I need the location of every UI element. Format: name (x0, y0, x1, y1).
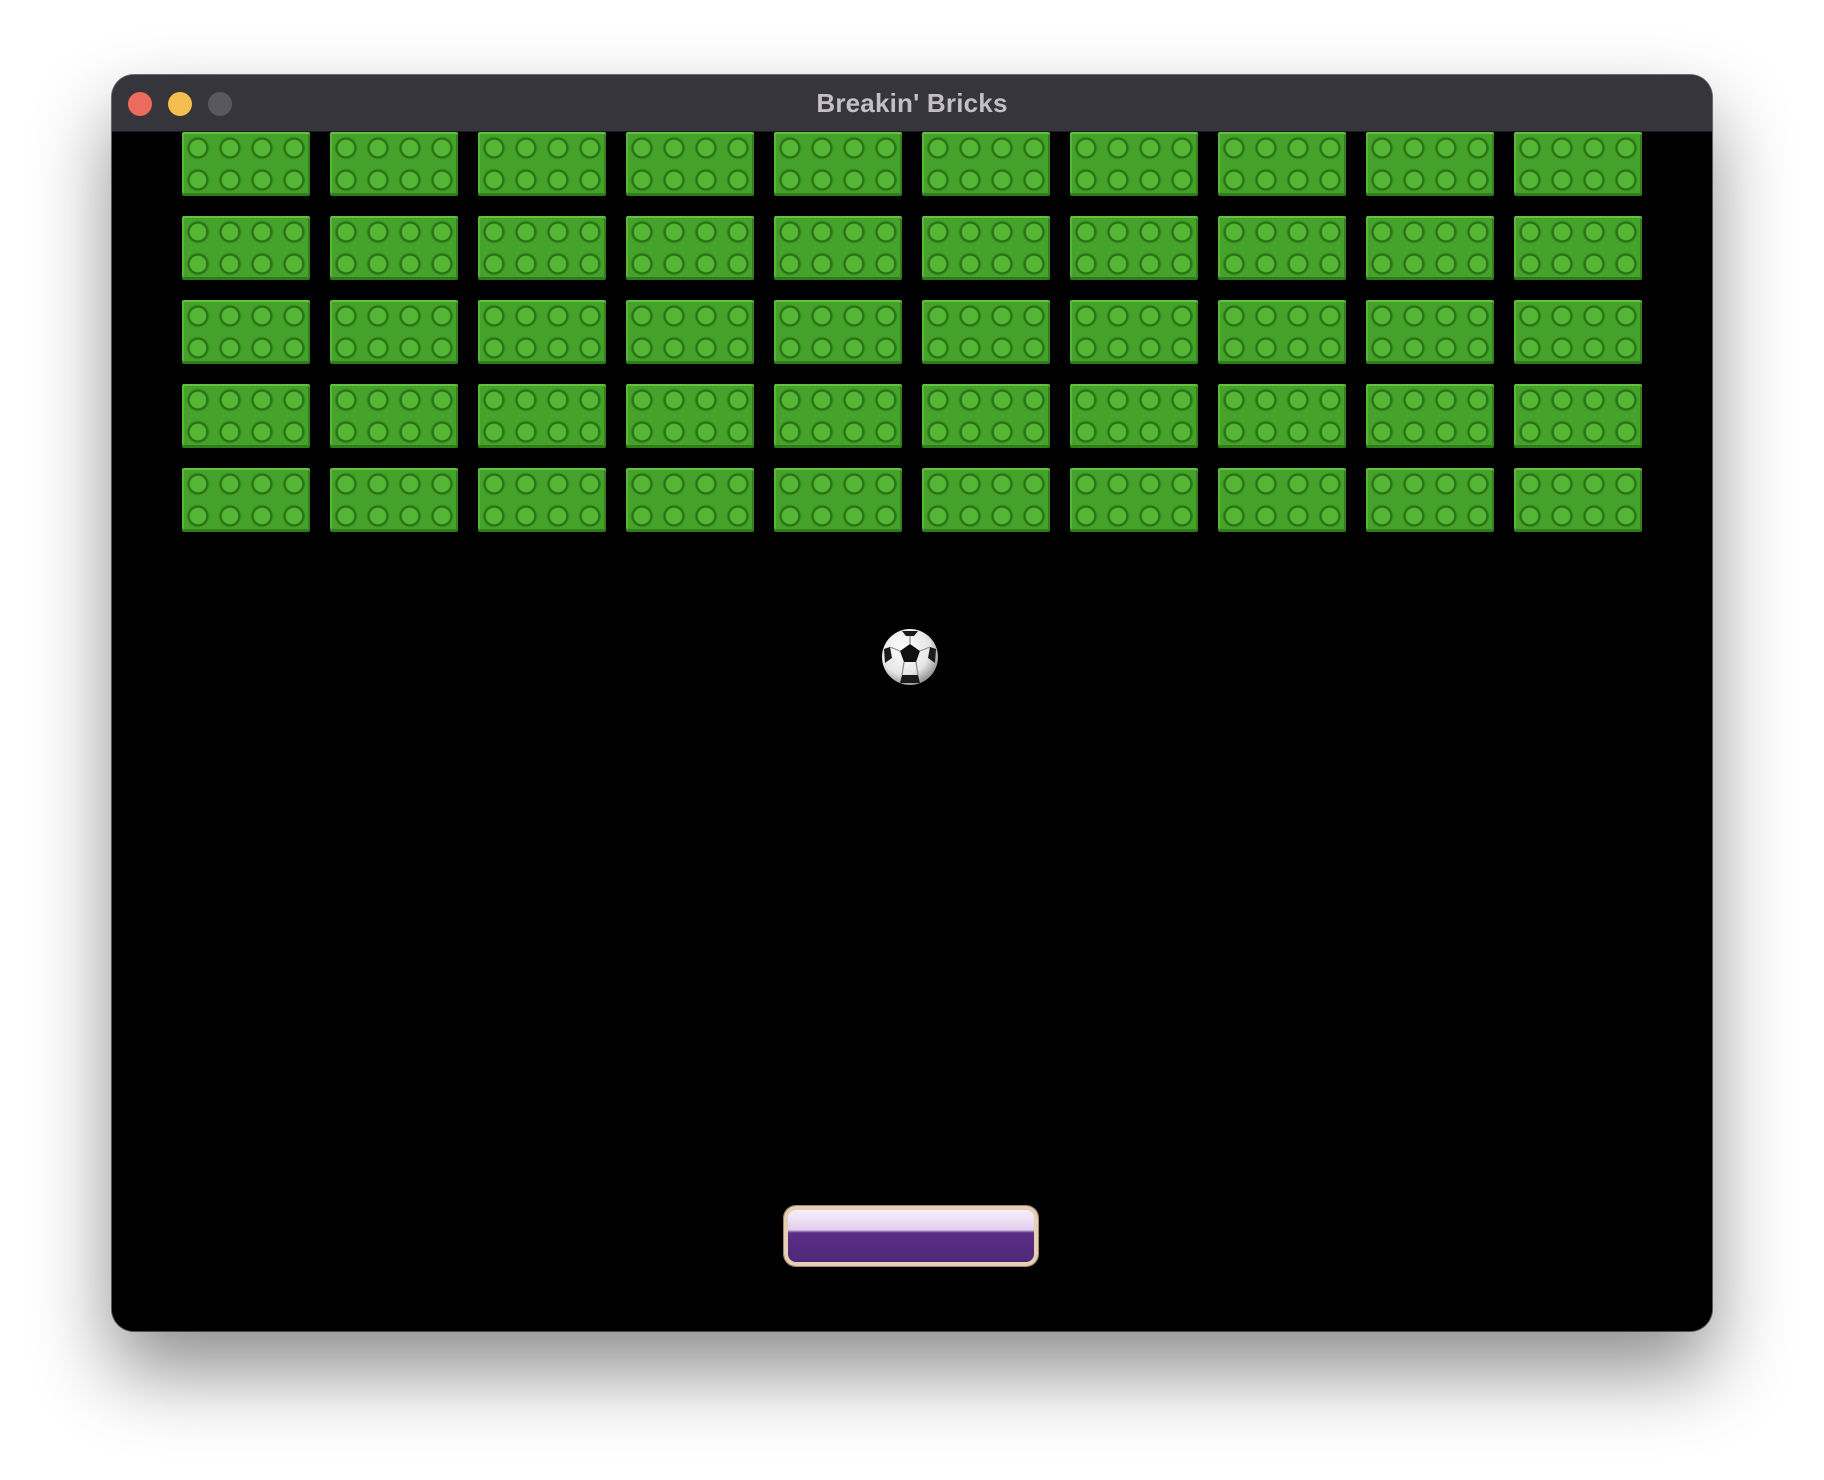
brick (1218, 300, 1346, 364)
brick (1366, 216, 1494, 280)
brick (1514, 468, 1642, 532)
brick (1366, 468, 1494, 532)
brick (478, 216, 606, 280)
brick (1514, 216, 1642, 280)
brick (330, 384, 458, 448)
game-window: Breakin' Bricks (112, 75, 1712, 1331)
window-title: Breakin' Bricks (816, 88, 1008, 118)
brick (1514, 384, 1642, 448)
brick (1070, 468, 1198, 532)
brick (1218, 132, 1346, 196)
brick (774, 132, 902, 196)
soccer-ball-icon (882, 629, 938, 685)
brick (1218, 384, 1346, 448)
brick (1366, 132, 1494, 196)
game-playfield[interactable] (112, 132, 1712, 1331)
brick (478, 132, 606, 196)
brick (1070, 216, 1198, 280)
brick (1514, 300, 1642, 364)
brick (1514, 132, 1642, 196)
brick (182, 216, 310, 280)
brick (1070, 384, 1198, 448)
brick (626, 216, 754, 280)
brick (478, 468, 606, 532)
brick (182, 384, 310, 448)
brick (330, 468, 458, 532)
brick (1218, 216, 1346, 280)
brick (922, 384, 1050, 448)
brick (330, 216, 458, 280)
brick (626, 132, 754, 196)
brick (478, 300, 606, 364)
brick (774, 300, 902, 364)
brick (922, 216, 1050, 280)
brick (774, 468, 902, 532)
brick (626, 468, 754, 532)
brick (182, 300, 310, 364)
title-bar[interactable]: Breakin' Bricks (112, 75, 1712, 132)
brick (626, 300, 754, 364)
brick (478, 384, 606, 448)
brick (1218, 468, 1346, 532)
brick (330, 300, 458, 364)
brick (1366, 300, 1494, 364)
brick (182, 132, 310, 196)
brick (922, 468, 1050, 532)
brick (922, 132, 1050, 196)
brick (1070, 132, 1198, 196)
brick (774, 216, 902, 280)
brick (330, 132, 458, 196)
brick (182, 468, 310, 532)
brick (922, 300, 1050, 364)
brick (1366, 384, 1494, 448)
paddle[interactable] (784, 1206, 1038, 1266)
brick (1070, 300, 1198, 364)
brick (626, 384, 754, 448)
brick (774, 384, 902, 448)
